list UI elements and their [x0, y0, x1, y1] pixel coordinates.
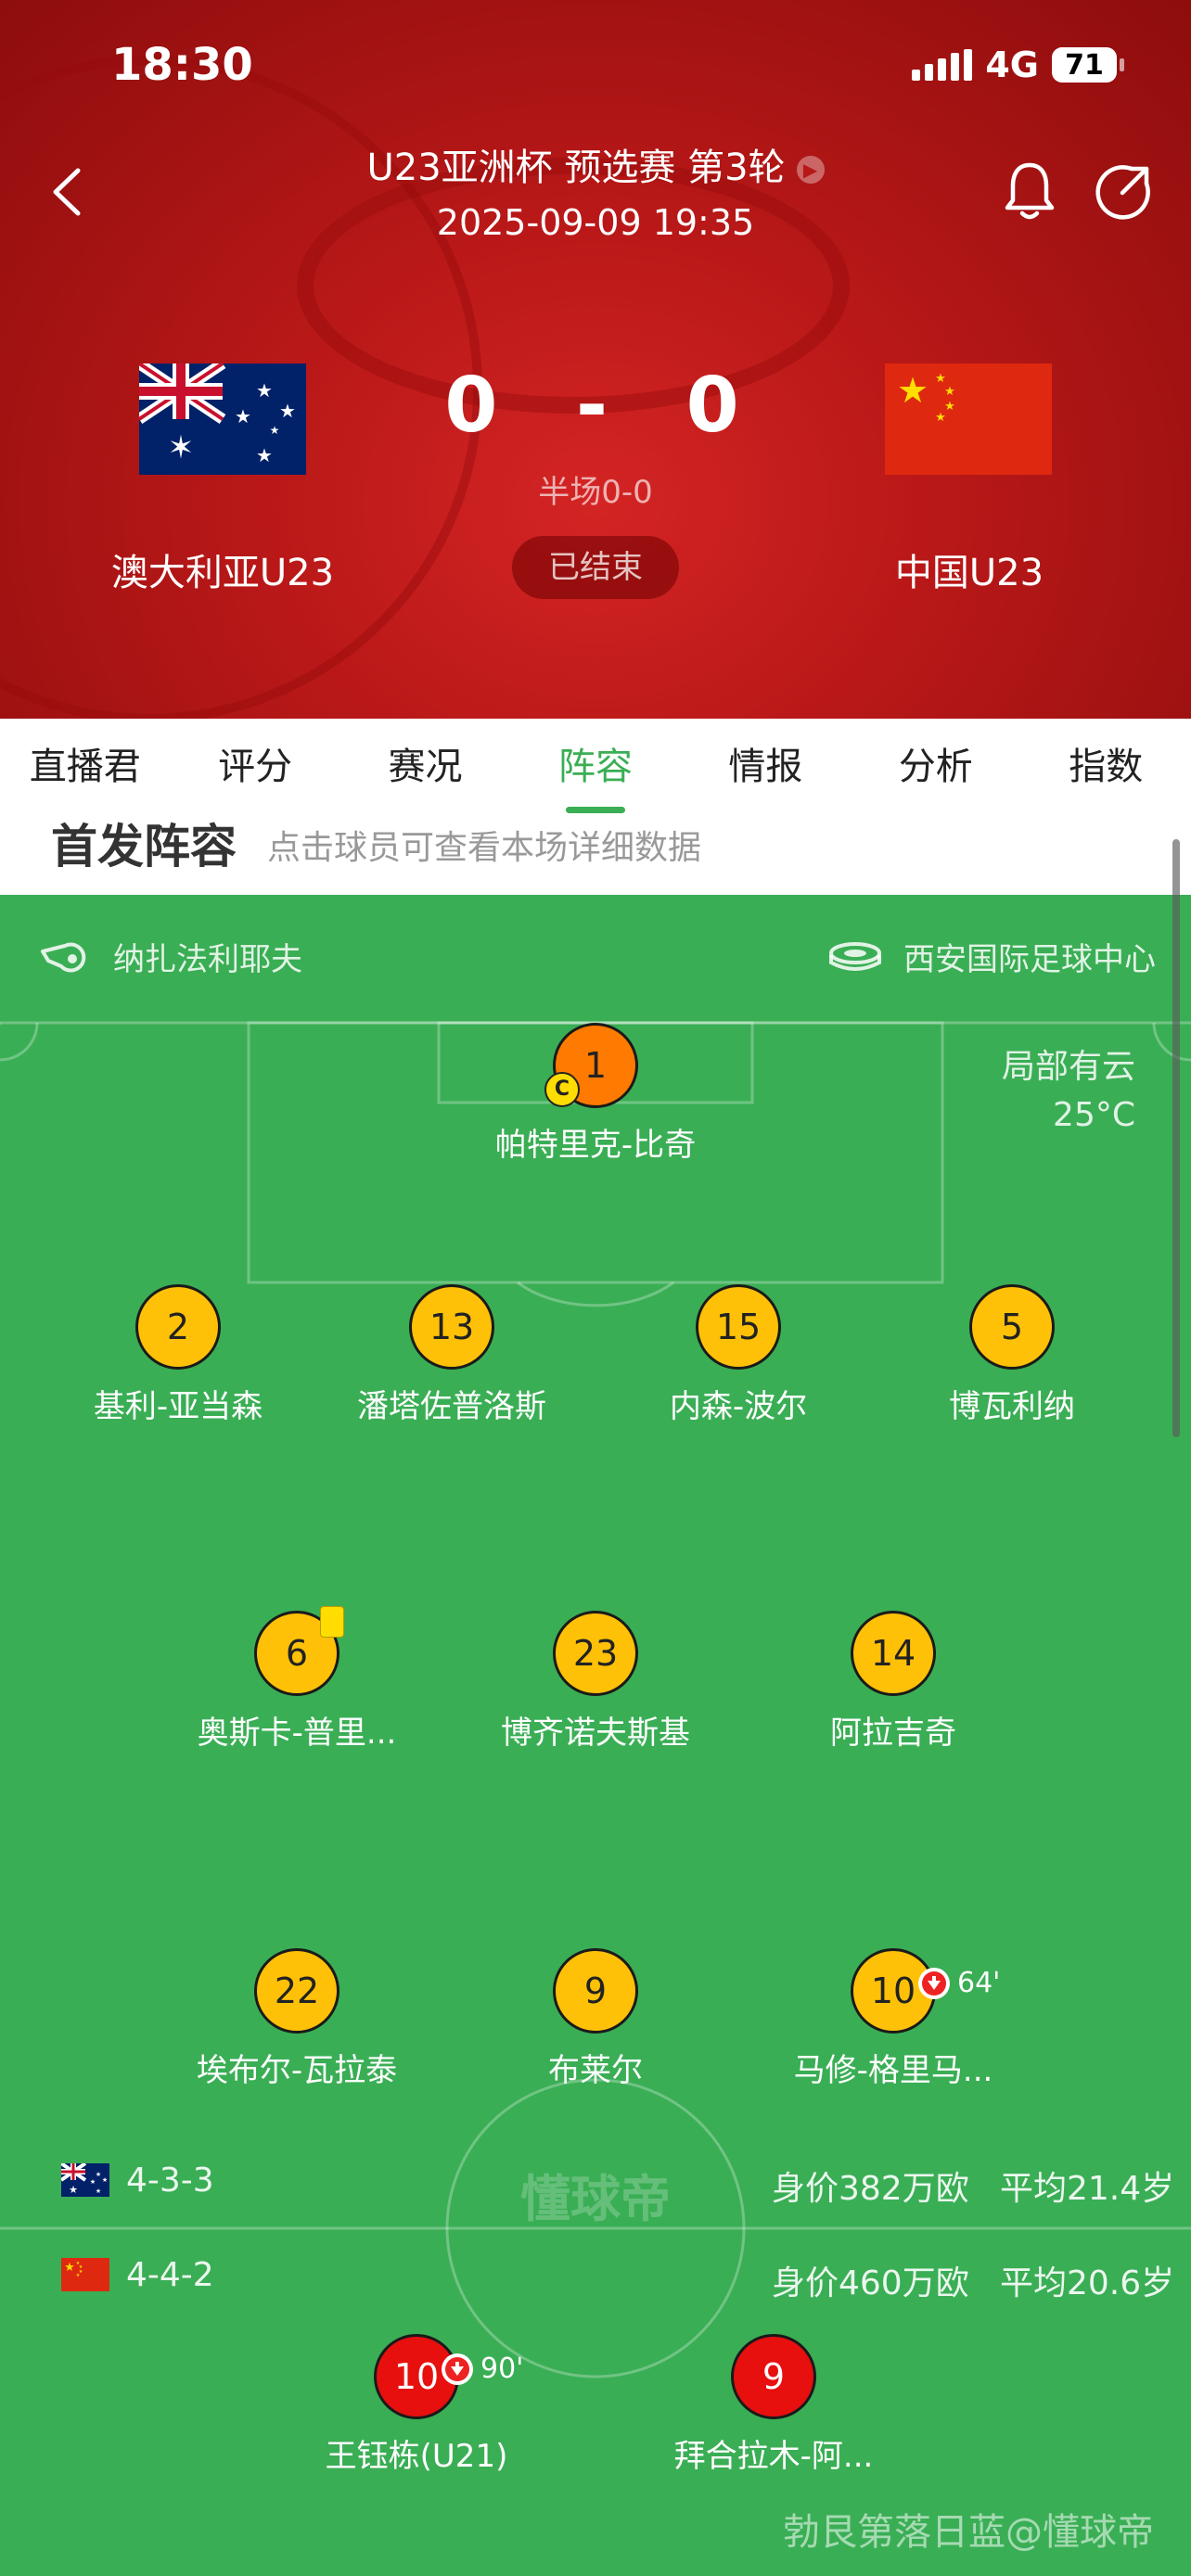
referee-name: 纳扎法利耶夫: [113, 941, 302, 978]
match-header: 18:30 4G 71 U23亚洲杯 预选赛 第3轮 ▶ 2025-09-09 1…: [0, 0, 1191, 719]
sub-minute: 64': [957, 1967, 1001, 1999]
bell-icon[interactable]: [1002, 159, 1057, 223]
player-name: 基利-亚当森: [93, 1388, 263, 1425]
player-number: 9: [731, 2334, 816, 2419]
share-icon[interactable]: [1095, 163, 1152, 221]
player-name: 埃布尔-瓦拉泰: [196, 2052, 398, 2089]
status-time: 18:30: [111, 39, 253, 91]
away-market-value: 身价460万欧: [772, 2264, 969, 2302]
center-logo: 懂球帝: [520, 2170, 671, 2228]
player-home-forward[interactable]: 22 埃布尔-瓦拉泰: [158, 1948, 436, 2090]
player-number: 9: [553, 1948, 638, 2034]
match-status-badge: 已结束: [512, 536, 679, 599]
player-number: 13: [409, 1284, 494, 1370]
network-type: 4G: [985, 45, 1039, 85]
competition-label: U23亚洲杯 预选赛 第3轮: [366, 147, 786, 189]
away-team-name[interactable]: 中国U23: [802, 542, 1136, 596]
temperature: 25°C: [1053, 1096, 1135, 1134]
player-away-forward[interactable]: 9 拜合拉木-阿...: [634, 2334, 913, 2476]
player-name: 潘塔佐普洛斯: [357, 1388, 546, 1425]
tab-odds[interactable]: 指数: [1021, 719, 1191, 819]
sub-minute: 90': [480, 2353, 524, 2385]
referee-info: 纳扎法利耶夫: [39, 934, 302, 979]
china-flag-icon: ★ ★ ★ ★ ★: [61, 2258, 109, 2291]
player-home-forward[interactable]: 9 布莱尔: [456, 1948, 735, 2090]
score-separator: -: [575, 362, 616, 450]
player-name: 马修-格里马...: [793, 2052, 993, 2089]
substitution-indicator: 90': [442, 2329, 523, 2409]
player-name: 帕特里克-比奇: [494, 1127, 697, 1164]
weather-condition: 局部有云: [1001, 1048, 1135, 1086]
player-name: 博瓦利纳: [949, 1388, 1075, 1425]
stadium-icon: [829, 941, 881, 971]
battery-icon: 71: [1052, 47, 1124, 83]
lineup-section-header: 首发阵容 点击球员可查看本场详细数据: [0, 819, 1191, 895]
tab-bar: 直播君 评分 赛况 阵容 情报 分析 指数: [0, 719, 1191, 821]
player-number: 2: [135, 1284, 221, 1370]
tab-intel[interactable]: 情报: [681, 719, 851, 819]
player-name: 奥斯卡-普里...: [197, 1715, 397, 1752]
tab-analysis[interactable]: 分析: [851, 719, 1020, 819]
player-number: 23: [553, 1611, 638, 1696]
lineup-pitch: 纳扎法利耶夫 西安国际足球中心 局部有云 25°C 1 C 帕特里克-比奇 2 …: [0, 895, 1191, 2576]
player-number: 15: [696, 1284, 781, 1370]
player-home-defender[interactable]: 15 内森-波尔: [599, 1284, 877, 1426]
status-indicators: 4G 71: [912, 45, 1124, 85]
player-home-gk[interactable]: 1 C 帕特里克-比奇: [456, 1023, 735, 1165]
player-name: 王钰栋(U21): [325, 2438, 508, 2475]
scrollbar[interactable]: [1172, 839, 1180, 1437]
stadium-info: 西安国际足球中心: [827, 934, 1156, 979]
substitution-indicator: 64': [918, 1944, 1000, 2023]
player-number: 1 C: [544, 1023, 638, 1108]
player-number: 10 90': [374, 2334, 523, 2419]
stadium-name: 西安国际足球中心: [903, 941, 1156, 978]
svg-text:★: ★: [76, 2273, 81, 2278]
scoreline: 0 - 0: [0, 362, 1191, 450]
section-title: 首发阵容: [51, 820, 237, 874]
player-name: 阿拉吉奇: [830, 1715, 956, 1752]
sub-off-icon: [918, 1968, 950, 1999]
chevron-right-icon: ▶: [796, 156, 825, 184]
player-number: 10 64': [851, 1948, 1000, 2034]
player-home-midfielder[interactable]: 14 阿拉吉奇: [754, 1611, 1032, 1753]
player-name: 博齐诺夫斯基: [501, 1715, 690, 1752]
player-number: 22: [254, 1948, 339, 2034]
home-score: 0: [444, 362, 506, 450]
tab-lineup[interactable]: 阵容: [510, 719, 680, 819]
player-home-midfielder[interactable]: 6 奥斯卡-普里...: [158, 1606, 436, 1753]
player-home-defender[interactable]: 5 博瓦利纳: [873, 1284, 1151, 1426]
svg-text:★: ★: [64, 2261, 75, 2275]
captain-badge: C: [544, 1072, 580, 1107]
player-name: 布莱尔: [548, 2052, 643, 2089]
player-number: 6: [254, 1606, 344, 1696]
away-score: 0: [685, 362, 747, 450]
section-hint: 点击球员可查看本场详细数据: [267, 829, 702, 867]
away-formation-row: ★ ★ ★ ★ ★ 4-4-2 身价460万欧 平均20.6岁: [0, 2249, 1191, 2304]
player-home-midfielder[interactable]: 23 博齐诺夫斯基: [456, 1611, 735, 1753]
yellow-card-icon: [320, 1606, 344, 1638]
weather-info: 局部有云 25°C: [1002, 1043, 1135, 1140]
away-formation: 4-4-2: [126, 2256, 214, 2294]
player-home-forward[interactable]: 10 64' 马修-格里马...: [754, 1948, 1032, 2090]
tab-match-status[interactable]: 赛况: [340, 719, 510, 819]
signal-icon: [912, 49, 973, 81]
home-team-name[interactable]: 澳大利亚U23: [56, 542, 390, 596]
player-away-forward[interactable]: 10 90' 王钰栋(U21): [277, 2334, 556, 2476]
away-average-age: 平均20.6岁: [1000, 2264, 1175, 2302]
player-home-defender[interactable]: 2 基利-亚当森: [39, 1284, 317, 1426]
player-number: 14: [851, 1611, 936, 1696]
whistle-icon: [41, 942, 86, 972]
player-number: 5: [969, 1284, 1055, 1370]
watermark: 勃艮第落日蓝@懂球帝: [783, 2511, 1154, 2554]
player-home-defender[interactable]: 13 潘塔佐普洛斯: [313, 1284, 591, 1426]
halftime-score: 半场0-0: [538, 474, 653, 511]
player-name: 拜合拉木-阿...: [673, 2438, 874, 2475]
tab-live[interactable]: 直播君: [0, 719, 170, 819]
sub-off-icon: [442, 2353, 473, 2385]
player-name: 内森-波尔: [669, 1388, 808, 1425]
tab-ratings[interactable]: 评分: [170, 719, 339, 819]
